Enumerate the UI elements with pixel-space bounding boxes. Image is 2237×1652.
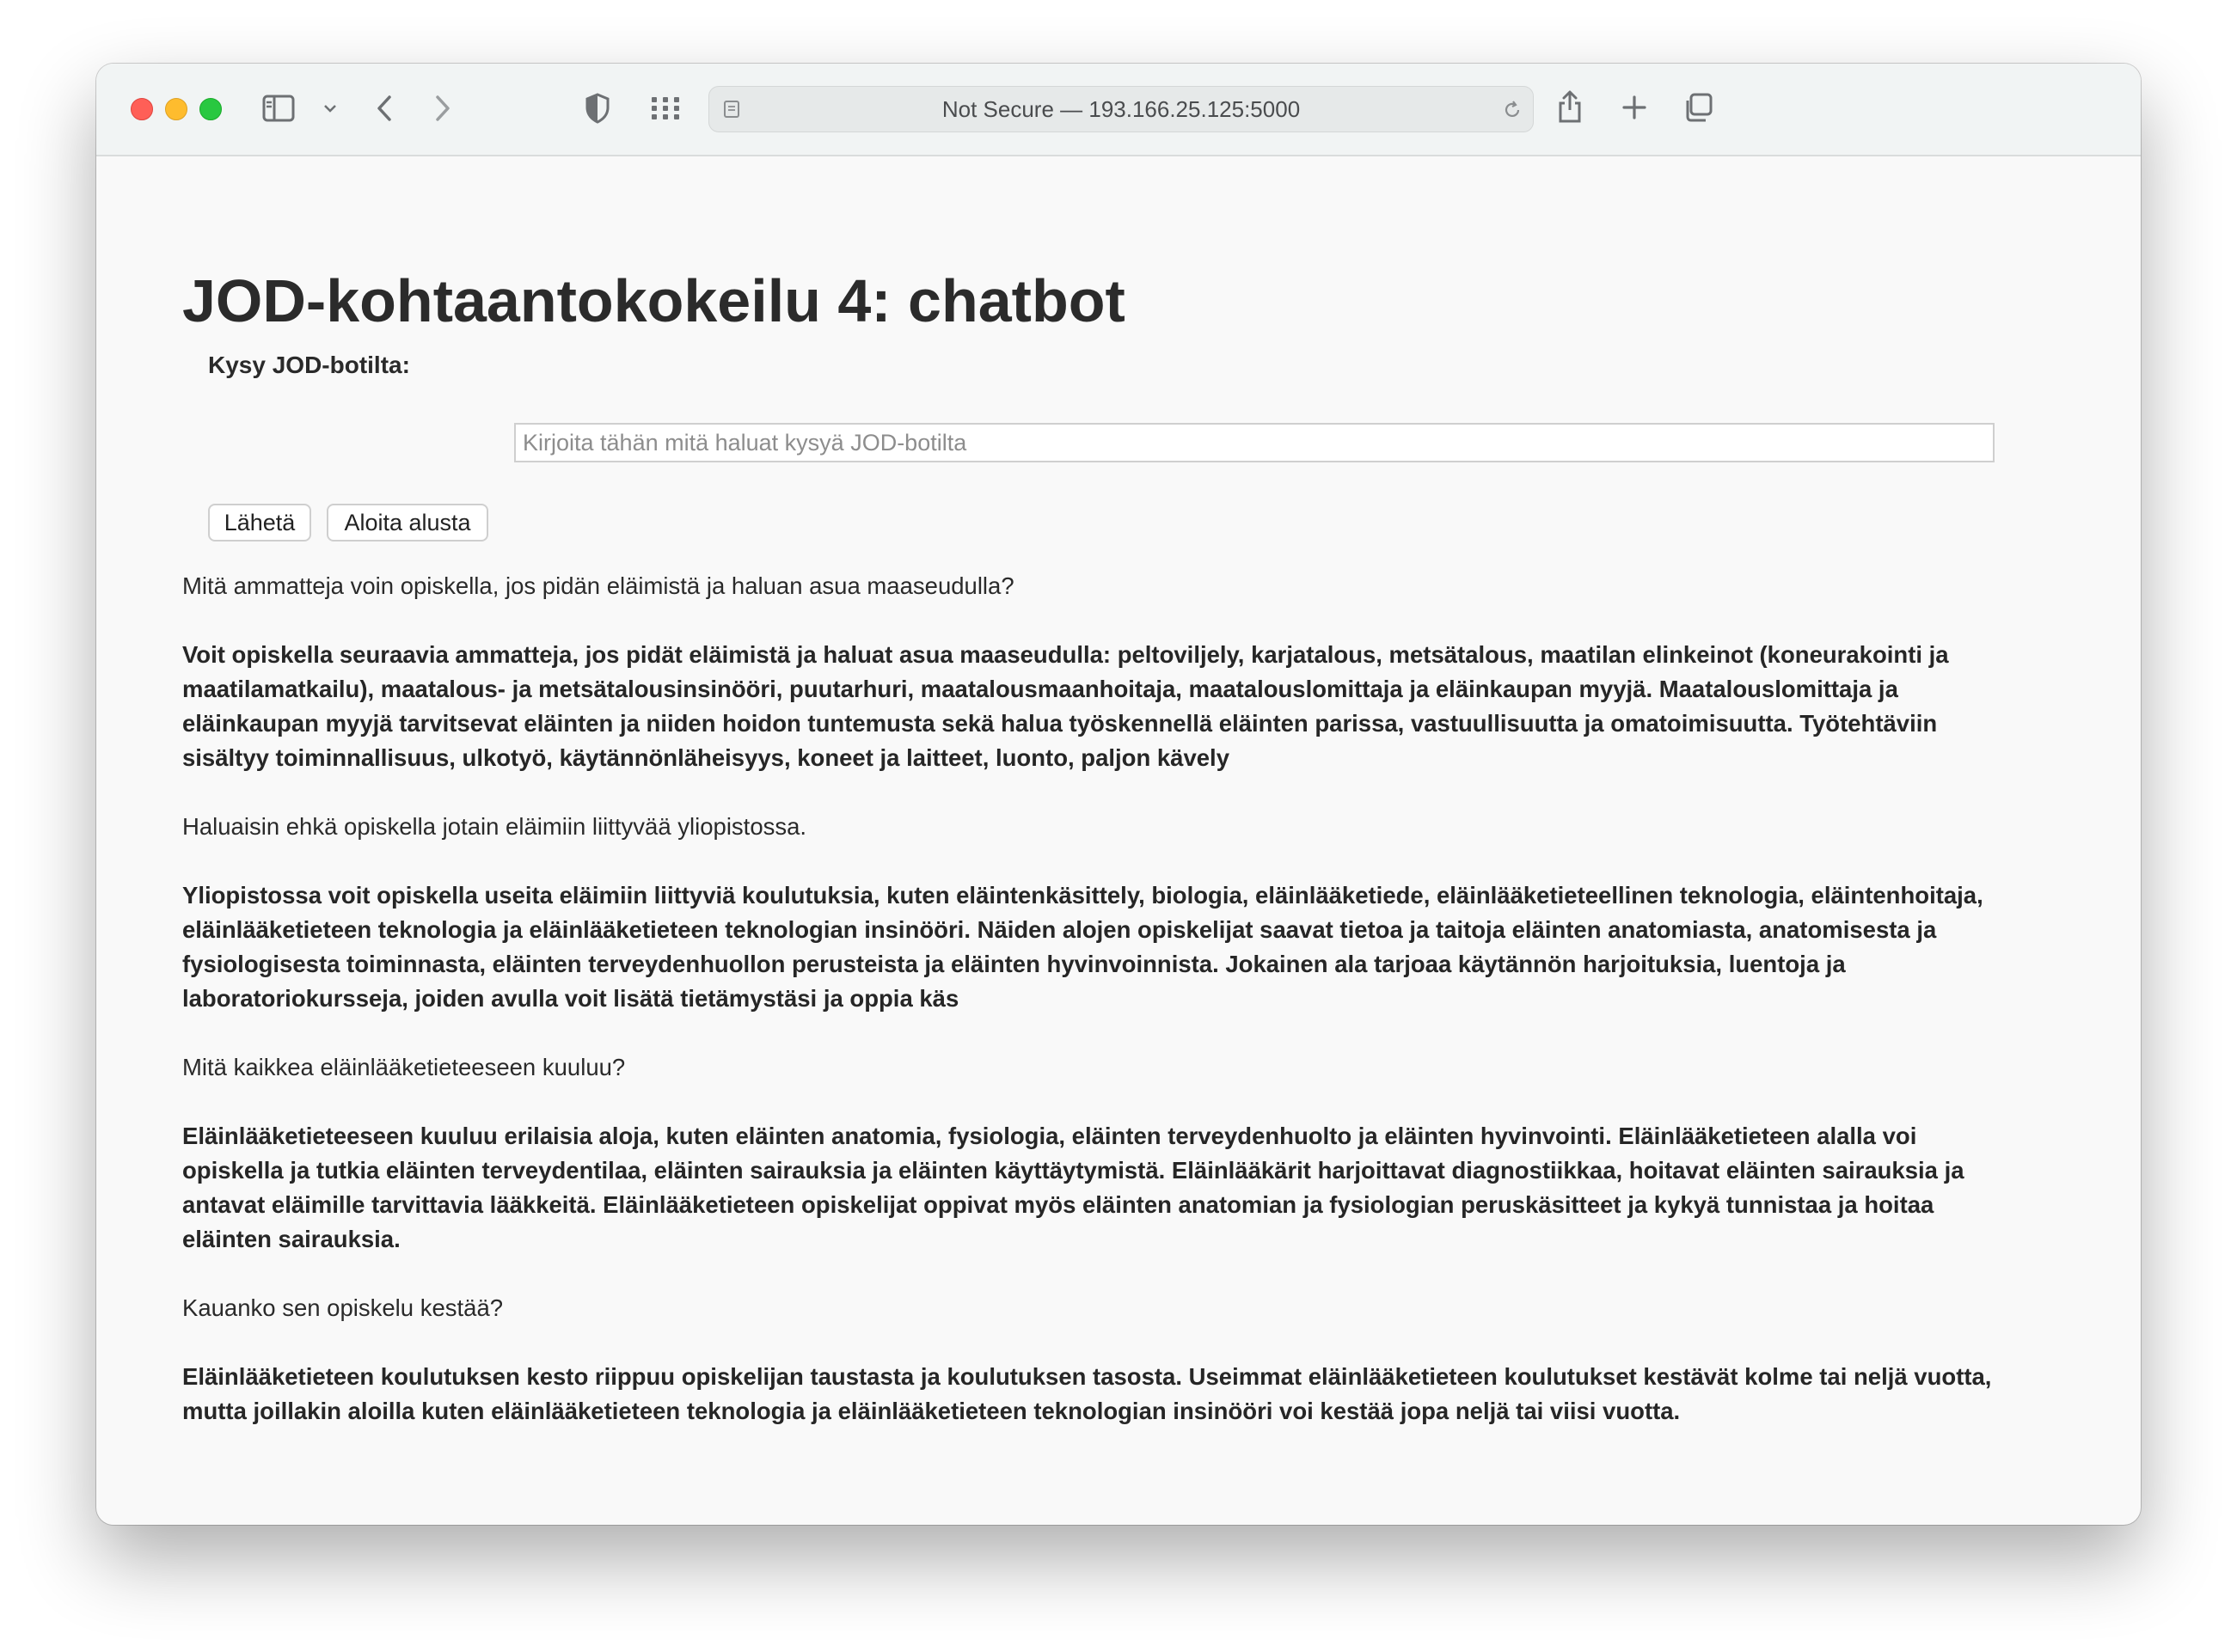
back-icon[interactable] xyxy=(371,93,397,124)
conversation: Mitä ammatteja voin opiskella, jos pidän… xyxy=(182,569,2013,1463)
browser-toolbar: Not Secure — 193.166.25.125:5000 xyxy=(96,64,2141,156)
minimize-button[interactable] xyxy=(165,98,187,120)
reload-icon[interactable] xyxy=(1500,98,1524,122)
reset-button[interactable]: Aloita alusta xyxy=(327,504,488,541)
chevron-down-icon[interactable] xyxy=(322,101,339,115)
close-button[interactable] xyxy=(131,98,153,120)
user-message: Haluaisin ehkä opiskella jotain eläimiin… xyxy=(182,813,807,840)
tab-grid-icon[interactable] xyxy=(648,93,683,124)
bot-message: Eläinlääketieteeseen kuuluu erilaisia al… xyxy=(182,1123,1964,1252)
bot-message: Voit opiskella seuraavia ammatteja, jos … xyxy=(182,641,1949,771)
tabs-overview-icon[interactable] xyxy=(1682,91,1714,124)
user-message: Mitä ammatteja voin opiskella, jos pidän… xyxy=(182,572,1014,599)
browser-window: Not Secure — 193.166.25.125:5000 JOD-koh… xyxy=(96,64,2141,1525)
maximize-button[interactable] xyxy=(199,98,222,120)
user-message: Kauanko sen opiskelu kestää? xyxy=(182,1294,504,1321)
forward-icon[interactable] xyxy=(430,93,456,124)
new-tab-icon[interactable] xyxy=(1620,93,1649,122)
user-message: Mitä kaikkea eläinlääketieteeseen kuuluu… xyxy=(182,1054,626,1080)
address-bar[interactable]: Not Secure — 193.166.25.125:5000 xyxy=(708,86,1534,132)
share-icon[interactable] xyxy=(1554,88,1585,125)
privacy-shield-icon[interactable] xyxy=(583,91,612,125)
address-text: Not Secure — 193.166.25.125:5000 xyxy=(941,96,1301,122)
bot-message: Eläinlääketieteen koulutuksen kesto riip… xyxy=(182,1363,1992,1424)
sidebar-icon[interactable] xyxy=(261,93,296,124)
page-title: JOD-kohtaantokokeilu 4: chatbot xyxy=(182,267,1125,334)
bot-message: Yliopistossa voit opiskella useita eläim… xyxy=(182,882,1983,1012)
question-input[interactable] xyxy=(514,423,1995,462)
send-button[interactable]: Lähetä xyxy=(208,504,311,541)
ask-label: Kysy JOD-botilta: xyxy=(208,352,410,378)
